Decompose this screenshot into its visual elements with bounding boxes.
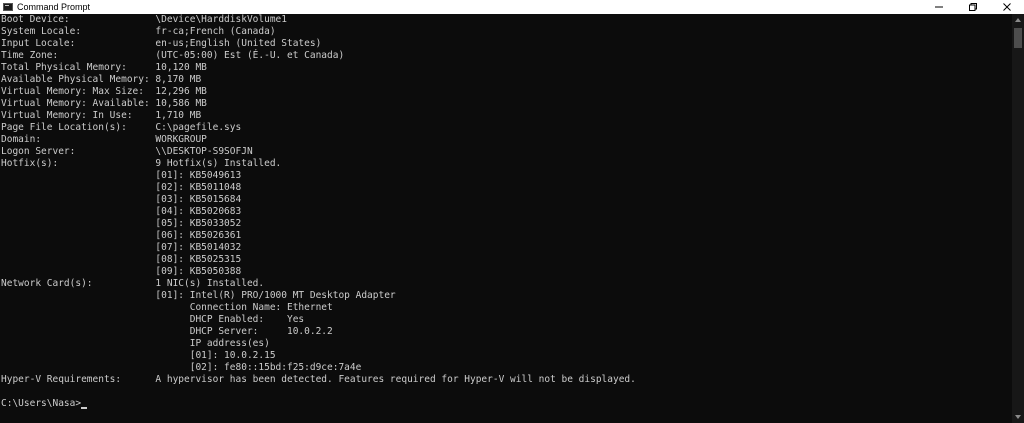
console-line: Logon Server: \\DESKTOP-S9SOFJN — [1, 146, 253, 157]
window-title: Command Prompt — [17, 2, 91, 12]
console-line: [02]: fe80::15bd:f25:d9ce:7a4e — [1, 362, 362, 373]
console-line: [01]: KB5049613 — [1, 170, 242, 181]
console-line: DHCP Server: 10.0.2.2 — [1, 326, 333, 337]
console-line: Total Physical Memory: 10,120 MB — [1, 62, 207, 73]
console-line: Hyper-V Requirements: A hypervisor has b… — [1, 374, 636, 385]
cmd-icon — [3, 3, 13, 11]
console-line: Boot Device: \Device\HarddiskVolume1 — [1, 14, 287, 25]
text-cursor — [81, 407, 88, 409]
console-line: Input Locale: en-us;English (United Stat… — [1, 38, 322, 49]
console-line: Hotfix(s): 9 Hotfix(s) Installed. — [1, 158, 282, 169]
console-line: DHCP Enabled: Yes — [1, 314, 305, 325]
console-line: Connection Name: Ethernet — [1, 302, 333, 313]
caption-buttons — [922, 0, 1024, 14]
prompt-text: C:\Users\Nasa> — [1, 398, 82, 409]
maximize-button[interactable] — [956, 0, 990, 14]
console-line: [03]: KB5015684 — [1, 194, 242, 205]
console-line: [02]: KB5011048 — [1, 182, 242, 193]
console-line: Virtual Memory: Available: 10,586 MB — [1, 98, 207, 109]
console-line: Time Zone: (UTC-05:00) Est (É.-U. et Can… — [1, 50, 345, 61]
console-line: [04]: KB5020683 — [1, 206, 242, 217]
console-lines: Boot Device: \Device\HarddiskVolume1 Syst… — [0, 14, 1012, 398]
scroll-up-icon — [1015, 18, 1021, 22]
scroll-down-button[interactable] — [1012, 411, 1024, 423]
console-line: [08]: KB5025315 — [1, 254, 242, 265]
console-line: [05]: KB5033052 — [1, 218, 242, 229]
console-line: [07]: KB5014032 — [1, 242, 242, 253]
maximize-icon — [969, 3, 977, 11]
console-line: Page File Location(s): C:\pagefile.sys — [1, 122, 242, 133]
vertical-scrollbar[interactable] — [1012, 14, 1024, 423]
console-line: Available Physical Memory: 8,170 MB — [1, 74, 202, 85]
minimize-icon — [935, 6, 943, 8]
scroll-down-icon — [1015, 415, 1021, 419]
console-line: System Locale: fr-ca;French (Canada) — [1, 26, 276, 37]
minimize-button[interactable] — [922, 0, 956, 14]
scroll-up-button[interactable] — [1012, 14, 1024, 26]
close-icon — [1003, 3, 1011, 11]
console-line: [01]: 10.0.2.15 — [1, 350, 276, 361]
console-line: [09]: KB5050388 — [1, 266, 242, 277]
console-line: Virtual Memory: Max Size: 12,296 MB — [1, 86, 207, 97]
scroll-thumb[interactable] — [1014, 28, 1022, 48]
console-output[interactable]: Boot Device: \Device\HarddiskVolume1 Syst… — [0, 14, 1012, 423]
title-bar[interactable]: Command Prompt — [0, 0, 1024, 14]
console-line: [06]: KB5026361 — [1, 230, 242, 241]
close-button[interactable] — [990, 0, 1024, 14]
command-prompt-line[interactable]: C:\Users\Nasa> — [0, 398, 1012, 410]
console-line: [01]: Intel(R) PRO/1000 MT Desktop Adapt… — [1, 290, 396, 301]
command-prompt-window: Command Prompt Boot Device: \Device\Hard… — [0, 0, 1024, 423]
console-line: IP address(es) — [1, 338, 270, 349]
console-line: Network Card(s): 1 NIC(s) Installed. — [1, 278, 265, 289]
console-line: Domain: WORKGROUP — [1, 134, 207, 145]
console-line: Virtual Memory: In Use: 1,710 MB — [1, 110, 202, 121]
